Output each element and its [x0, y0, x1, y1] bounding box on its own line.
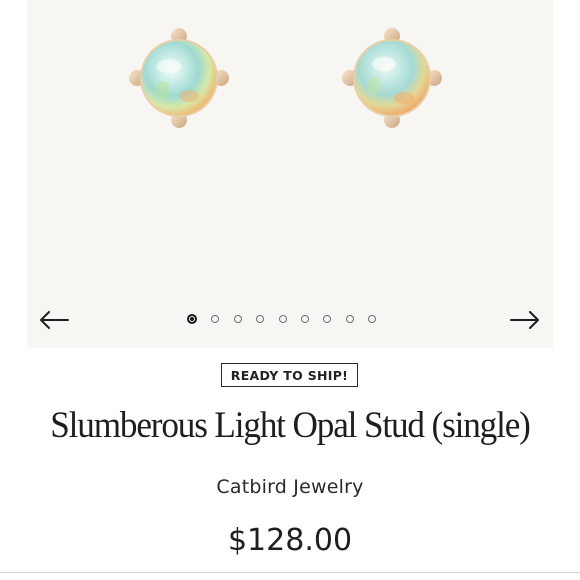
brand-link[interactable]: Catbird Jewelry: [0, 476, 580, 498]
product-image-gallery[interactable]: [27, 0, 553, 348]
opal-stud-image: [129, 28, 229, 128]
product-price: $128.00: [227, 523, 353, 558]
carousel-dot-4[interactable]: [256, 315, 265, 323]
carousel-dot-6[interactable]: [300, 315, 309, 323]
carousel-dots: [187, 314, 377, 324]
carousel-dot-3[interactable]: [233, 315, 242, 323]
ready-to-ship-badge: READY TO SHIP!: [221, 363, 358, 387]
carousel-dot-9[interactable]: [368, 315, 377, 323]
carousel-dot-2[interactable]: [211, 315, 220, 323]
arrow-left-icon: [40, 311, 69, 329]
divider: [0, 572, 580, 573]
next-image-button[interactable]: [508, 306, 542, 334]
carousel-dot-1[interactable]: [187, 314, 197, 324]
arrow-right-icon: [510, 311, 539, 329]
opal-stud-image: [342, 28, 442, 128]
carousel-dot-8[interactable]: [345, 315, 354, 323]
carousel-dot-5[interactable]: [278, 315, 287, 323]
product-page: READY TO SHIP! Slumberous Light Opal Stu…: [0, 0, 580, 580]
carousel-dot-7[interactable]: [323, 315, 332, 323]
product-title: Slumberous Light Opal Stud (single): [50, 405, 531, 446]
previous-image-button[interactable]: [37, 306, 71, 334]
